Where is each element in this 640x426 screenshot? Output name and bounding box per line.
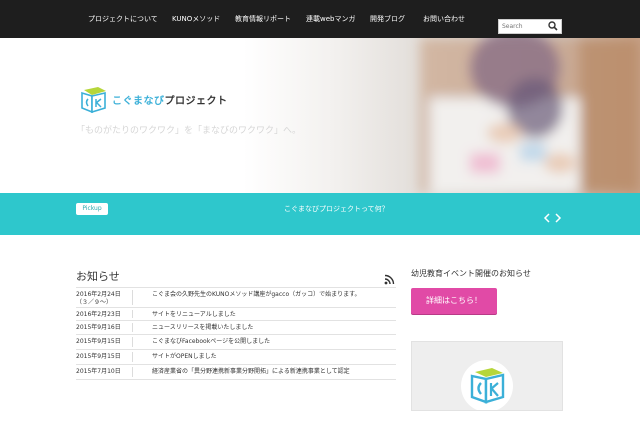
pickup-link[interactable]: こぐまなびプロジェクトって何？ — [284, 203, 389, 215]
hero-banner: こぐまなびプロジェクト 「ものがたりのワクワク」を「まなびのワクワク」へ。 — [0, 38, 640, 193]
news-text[interactable]: サイトがOPENしました — [152, 353, 217, 361]
nav-item-kuno-method[interactable]: KUNOメソッド — [172, 0, 220, 38]
pickup-badge[interactable]: Pickup — [76, 203, 108, 215]
news-date: 2016年2月24日 （３／９～） — [76, 291, 121, 306]
logo-text: こぐまなびプロジェクト — [112, 96, 228, 107]
nav-item-dev-blog[interactable]: 開発ブログ — [370, 0, 405, 38]
news-text[interactable]: ニュースリリースを掲載いたしました — [152, 324, 253, 332]
news-divider — [132, 290, 133, 305]
search-input[interactable] — [499, 20, 545, 33]
news-text[interactable]: サイトをリニューアルしました — [152, 311, 236, 319]
news-date: 2015年7月10日 — [76, 368, 121, 375]
news-item[interactable]: 2015年9月16日 ニュースリリースを掲載いたしました — [76, 320, 396, 334]
search-icon — [548, 21, 558, 31]
top-navigation: プロジェクトについて KUNOメソッド 教育情報リポート 連載webマンガ 開発… — [0, 0, 640, 38]
event-details-button[interactable]: 詳細はこちら！ — [411, 288, 497, 314]
sidebar-title: 幼児教育イベント開催のお知らせ — [411, 269, 531, 278]
kogu-cube-icon — [461, 360, 513, 410]
chevron-right-icon[interactable] — [553, 212, 563, 224]
nav-item-education-report[interactable]: 教育情報リポート — [235, 0, 291, 38]
news-date: 2015年9月15日 — [76, 353, 121, 360]
nav-item-about[interactable]: プロジェクトについて — [88, 0, 158, 38]
news-divider — [132, 310, 133, 318]
chevron-left-icon[interactable] — [542, 212, 552, 224]
news-text[interactable]: こぐま会の久野先生のKUNOメソッド講座がgacco（ガッコ）で始まります。 — [152, 291, 361, 299]
news-divider — [132, 337, 133, 347]
news-item[interactable]: 2015年9月15日 こぐまなびFacebookページを公開しました — [76, 334, 396, 349]
news-divider — [132, 367, 133, 377]
kogu-cube-icon — [81, 87, 106, 113]
nav-item-contact[interactable]: お問い合わせ — [423, 0, 465, 38]
search-button[interactable] — [545, 20, 561, 33]
news-text[interactable]: 経済産業省の「異分野連携新事業分野開拓」による新連携事業として認定 — [152, 368, 350, 376]
news-date: 2015年9月16日 — [76, 324, 121, 331]
news-list: 2016年2月24日 （３／９～） こぐま会の久野先生のKUNOメソッド講座がga… — [76, 287, 396, 380]
news-item[interactable]: 2016年2月23日 サイトをリニューアルしました — [76, 307, 396, 320]
news-item[interactable]: 2015年7月10日 経済産業省の「異分野連携新事業分野開拓」による新連携事業と… — [76, 364, 396, 380]
news-divider — [132, 323, 133, 332]
hero-photo — [420, 38, 640, 193]
sidebar-logo-card[interactable] — [411, 341, 563, 411]
news-date: 2015年9月15日 — [76, 338, 121, 345]
hero-tagline: 「ものがたりのワクワク」を「まなびのワクワク」へ。 — [76, 126, 302, 136]
news-text[interactable]: こぐまなびFacebookページを公開しました — [152, 338, 270, 346]
rss-icon[interactable] — [384, 274, 395, 285]
news-item[interactable]: 2016年2月24日 （３／９～） こぐま会の久野先生のKUNOメソッド講座がga… — [76, 287, 396, 307]
news-date: 2016年2月23日 — [76, 311, 121, 318]
news-section-title: お知らせ — [76, 270, 120, 283]
news-item[interactable]: 2015年9月15日 サイトがOPENしました — [76, 349, 396, 364]
search-box — [498, 19, 562, 34]
news-divider — [132, 352, 133, 362]
nav-item-web-manga[interactable]: 連載webマンガ — [306, 0, 355, 38]
site-logo[interactable]: こぐまなびプロジェクト — [78, 85, 238, 113]
